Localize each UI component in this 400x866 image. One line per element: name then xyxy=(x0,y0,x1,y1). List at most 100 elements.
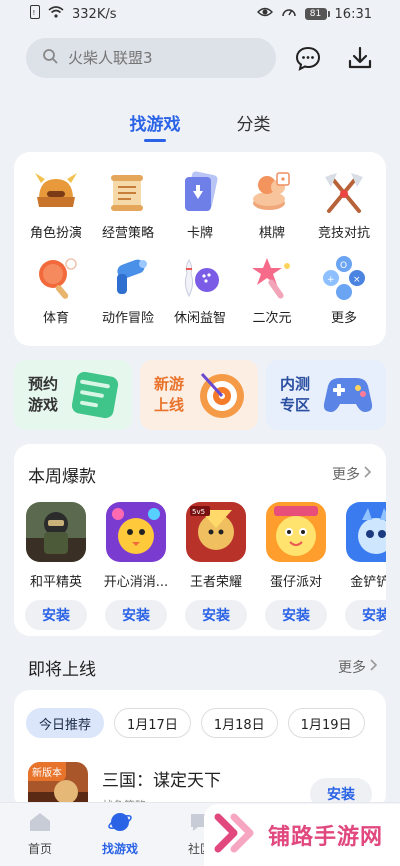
game-icon[interactable]: 5v5 xyxy=(186,502,246,562)
date-tab[interactable]: 1月17日 xyxy=(114,708,191,738)
category-label: 更多 xyxy=(330,311,357,326)
target-icon xyxy=(194,364,250,428)
game-icon[interactable] xyxy=(266,502,326,562)
install-button[interactable]: 安装 xyxy=(185,600,247,630)
speedometer-icon xyxy=(281,5,297,23)
install-button[interactable]: 安装 xyxy=(25,600,87,630)
date-tab[interactable]: 1月19日 xyxy=(287,708,365,738)
nav-home[interactable]: 首页 xyxy=(10,811,70,866)
nav-label: 找游戏 xyxy=(101,842,138,856)
svg-text:O: O xyxy=(340,261,347,271)
game-name: 蛋仔派对 xyxy=(269,575,322,590)
tab-categories[interactable]: 分类 xyxy=(237,106,271,142)
svg-text:!: ! xyxy=(33,9,36,17)
promo-beta-zone[interactable]: 内测 专区 xyxy=(266,360,386,430)
nav-find-games[interactable]: 找游戏 xyxy=(90,811,150,866)
category-casual-puzzle[interactable]: 休闲益智 xyxy=(164,253,236,326)
game-item[interactable]: 蛋仔派对 安装 xyxy=(265,502,327,630)
section-title: 即将上线 xyxy=(28,659,96,680)
search-row xyxy=(26,38,380,78)
category-competitive[interactable]: 竞技对抗 xyxy=(308,168,380,241)
weekly-hot-card: 本周爆款 更多 和平精英 安装 开心消消... 安装 5v5 王者荣耀 安装 蛋… xyxy=(14,444,386,636)
game-name: 金铲铲... xyxy=(350,575,386,590)
date-tab[interactable]: 1月18日 xyxy=(200,708,278,738)
game-icon[interactable] xyxy=(106,502,166,562)
game-item[interactable]: 5v5 王者荣耀 安装 xyxy=(185,502,247,630)
install-button[interactable]: 安装 xyxy=(105,600,167,630)
new-version-badge: 新版本 xyxy=(28,762,66,781)
download-icon[interactable] xyxy=(346,44,374,72)
category-board-card[interactable]: 棋牌 xyxy=(236,168,308,241)
more-link[interactable]: 更多 xyxy=(332,464,372,484)
category-label: 经营策略 xyxy=(101,226,154,241)
category-label: 卡牌 xyxy=(186,226,213,241)
upcoming-title: 三国：谋定天下 xyxy=(102,771,221,791)
install-button[interactable]: 安装 xyxy=(265,600,327,630)
category-label: 体育 xyxy=(42,311,69,326)
category-grid: 角色扮演 经营策略 卡牌 棋牌 竞技对抗 体育 动作冒险 休闲益智 二次元 O … xyxy=(14,152,386,326)
search-icon xyxy=(42,48,58,68)
category-label: 竞技对抗 xyxy=(317,226,370,241)
weekly-header: 本周爆款 更多 xyxy=(14,444,386,488)
category-grid-card: 角色扮演 经营策略 卡牌 棋牌 竞技对抗 体育 动作冒险 休闲益智 二次元 O … xyxy=(14,152,386,346)
category-label: 动作冒险 xyxy=(101,311,154,326)
network-speed: 332K/s xyxy=(72,6,117,22)
game-name: 王者荣耀 xyxy=(189,575,242,590)
tab-find-games[interactable]: 找游戏 xyxy=(130,106,181,142)
game-item[interactable]: 开心消消... 安装 xyxy=(103,502,169,630)
date-tab-today[interactable]: 今日推荐 xyxy=(26,708,105,738)
category-action-adventure[interactable]: 动作冒险 xyxy=(92,253,164,326)
watermark-text: 铺路手游网 xyxy=(268,825,384,850)
poker-chips-icon xyxy=(245,168,299,218)
category-label: 棋牌 xyxy=(258,226,285,241)
chevron-right-icon xyxy=(364,466,372,482)
category-strategy[interactable]: 经营策略 xyxy=(92,168,164,241)
helmet-icon xyxy=(29,168,83,218)
game-item[interactable]: 金铲铲... 安装 xyxy=(345,502,386,630)
games-row: 和平精英 安装 开心消消... 安装 5v5 王者荣耀 安装 蛋仔派对 安装 金… xyxy=(14,488,386,630)
game-icon[interactable] xyxy=(346,502,386,562)
upcoming-header: 即将上线 更多 xyxy=(28,652,378,682)
promo-label: 预约 游戏 xyxy=(28,375,59,414)
install-button[interactable]: 安装 xyxy=(345,600,386,630)
category-label: 二次元 xyxy=(252,311,292,326)
crossed-axes-icon xyxy=(317,168,371,218)
scroll-icon xyxy=(101,168,155,218)
home-icon xyxy=(28,811,52,836)
date-tabs: 今日推荐 1月17日 1月18日 1月19日 xyxy=(14,690,386,738)
nav-label: 首页 xyxy=(27,842,52,856)
game-item[interactable]: 和平精英 安装 xyxy=(25,502,87,630)
clock: 16:31 xyxy=(334,6,372,22)
category-cards[interactable]: 卡牌 xyxy=(164,168,236,241)
upcoming-card: 今日推荐 1月17日 1月18日 1月19日 新版本 三国：谋定天下 战争策略 … xyxy=(14,690,386,822)
ping-pong-icon xyxy=(29,253,83,303)
magic-wand-icon xyxy=(245,253,299,303)
game-name: 开心消消... xyxy=(103,575,169,590)
planet-icon xyxy=(108,811,132,836)
category-anime[interactable]: 二次元 xyxy=(236,253,308,326)
game-icon[interactable] xyxy=(26,502,86,562)
promo-label: 新游 上线 xyxy=(154,375,185,414)
message-icon[interactable] xyxy=(294,44,322,72)
gamepad-buttons-icon: O + × xyxy=(317,253,371,303)
promo-reservation[interactable]: 预约 游戏 xyxy=(14,360,132,430)
bowling-icon xyxy=(173,253,227,303)
promo-new-games[interactable]: 新游 上线 xyxy=(140,360,258,430)
tab-bar: 找游戏 分类 xyxy=(0,106,400,142)
chevron-right-icon xyxy=(370,659,378,675)
site-watermark: 铺路手游网 xyxy=(204,804,400,866)
sim-icon: ! xyxy=(30,5,40,23)
category-sports[interactable]: 体育 xyxy=(20,253,92,326)
search-box[interactable] xyxy=(26,38,276,78)
svg-text:5v5: 5v5 xyxy=(192,508,205,516)
watermark-logo-icon xyxy=(212,811,260,859)
battery-icon: 81 xyxy=(304,8,330,20)
more-link[interactable]: 更多 xyxy=(338,657,378,677)
svg-text:+: + xyxy=(327,275,335,285)
cards-icon xyxy=(173,168,227,218)
wifi-icon xyxy=(48,6,64,22)
category-more[interactable]: O + × 更多 xyxy=(308,253,380,326)
category-role-playing[interactable]: 角色扮演 xyxy=(20,168,92,241)
status-left: ! 332K/s xyxy=(30,5,117,23)
search-input[interactable] xyxy=(68,49,248,67)
